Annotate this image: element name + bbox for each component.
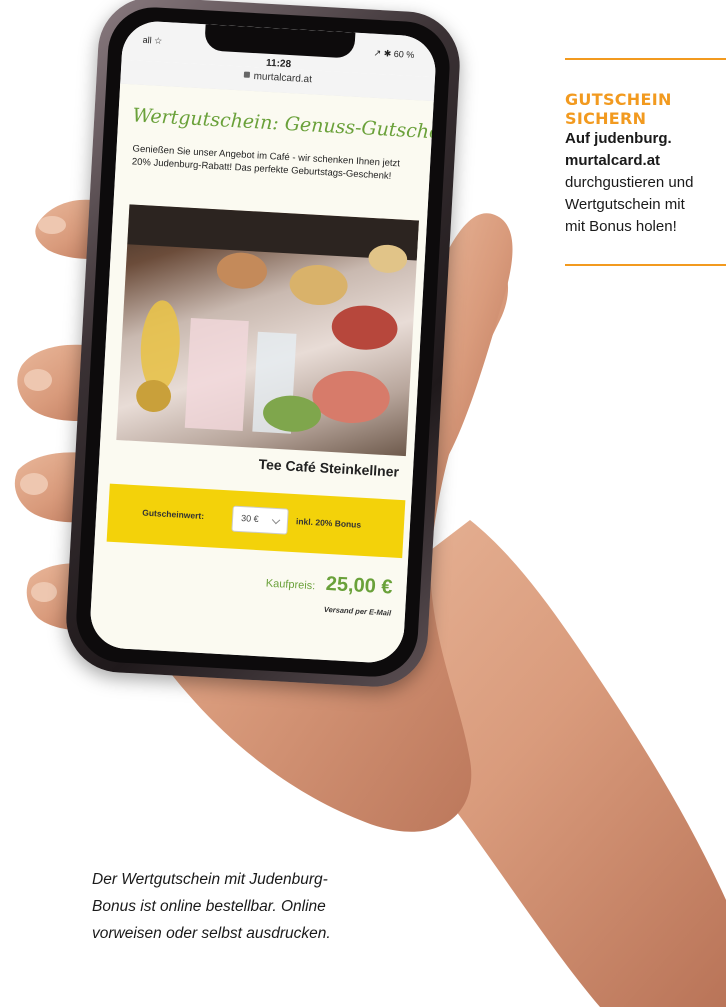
buffet-photo bbox=[116, 204, 420, 457]
caption-line3: vorweisen oder selbst ausdrucken. bbox=[92, 925, 331, 942]
voucher-value-selected: 30 € bbox=[240, 513, 259, 525]
info-text-line4: Wertgutschein mit bbox=[565, 196, 685, 213]
info-text-line2: murtalcard.at bbox=[565, 152, 661, 169]
price-row: Kaufpreis: 25,00 € bbox=[265, 570, 393, 600]
voucher-bonus-text: inkl. 20% Bonus bbox=[295, 516, 362, 530]
photo-caption: Der Wertgutschein mit Judenburg- Bonus i… bbox=[92, 866, 412, 947]
info-heading: GUTSCHEIN SICHERN bbox=[565, 90, 726, 128]
lock-icon bbox=[243, 71, 250, 78]
phone-bezel: all ☆ 11:28 ↗ ✱ 60 % murtalcard.at Wertg… bbox=[73, 4, 453, 680]
voucher-title: Wertgutschein: Genuss-Gutschein bbox=[131, 104, 438, 145]
price-value: 25,00 € bbox=[325, 572, 394, 599]
voucher-value-bar: Gutscheinwert: 30 € inkl. 20% Bonus bbox=[106, 483, 406, 559]
voucher-page: Wertgutschein: Genuss-Gutschein Genießen… bbox=[88, 83, 438, 665]
chevron-down-icon bbox=[271, 515, 281, 525]
phone-screen: all ☆ 11:28 ↗ ✱ 60 % murtalcard.at Wertg… bbox=[88, 19, 438, 665]
signal-wifi-indicator: all ☆ bbox=[142, 34, 163, 46]
venue-name: Tee Café Steinkellner bbox=[258, 455, 400, 480]
info-box: GUTSCHEIN SICHERN Auf judenburg. murtalc… bbox=[565, 58, 726, 266]
smartphone: all ☆ 11:28 ↗ ✱ 60 % murtalcard.at Wertg… bbox=[63, 0, 463, 690]
voucher-description: Genießen Sie unser Angebot im Café - wir… bbox=[131, 143, 401, 182]
info-heading-line1: GUTSCHEIN bbox=[565, 90, 672, 109]
voucher-value-label: Gutscheinwert: bbox=[142, 507, 205, 521]
divider-top bbox=[565, 58, 726, 60]
divider-bottom bbox=[565, 264, 726, 266]
shipping-note: Versand per E-Mail bbox=[323, 604, 392, 618]
info-text-line1: Auf judenburg. bbox=[565, 130, 672, 147]
info-text-line3: durchgustieren und bbox=[565, 174, 694, 191]
buffet-photo-image bbox=[127, 204, 420, 434]
caption-line2: Bonus ist online bestellbar. Online bbox=[92, 898, 326, 915]
price-label: Kaufpreis: bbox=[265, 577, 316, 593]
info-text-line5: mit Bonus holen! bbox=[565, 218, 677, 235]
info-heading-line2: SICHERN bbox=[565, 109, 647, 128]
caption-line1: Der Wertgutschein mit Judenburg- bbox=[92, 871, 328, 888]
url-text: murtalcard.at bbox=[253, 71, 313, 86]
voucher-value-select[interactable]: 30 € bbox=[231, 505, 289, 535]
battery-indicator: ↗ ✱ 60 % bbox=[373, 47, 415, 60]
